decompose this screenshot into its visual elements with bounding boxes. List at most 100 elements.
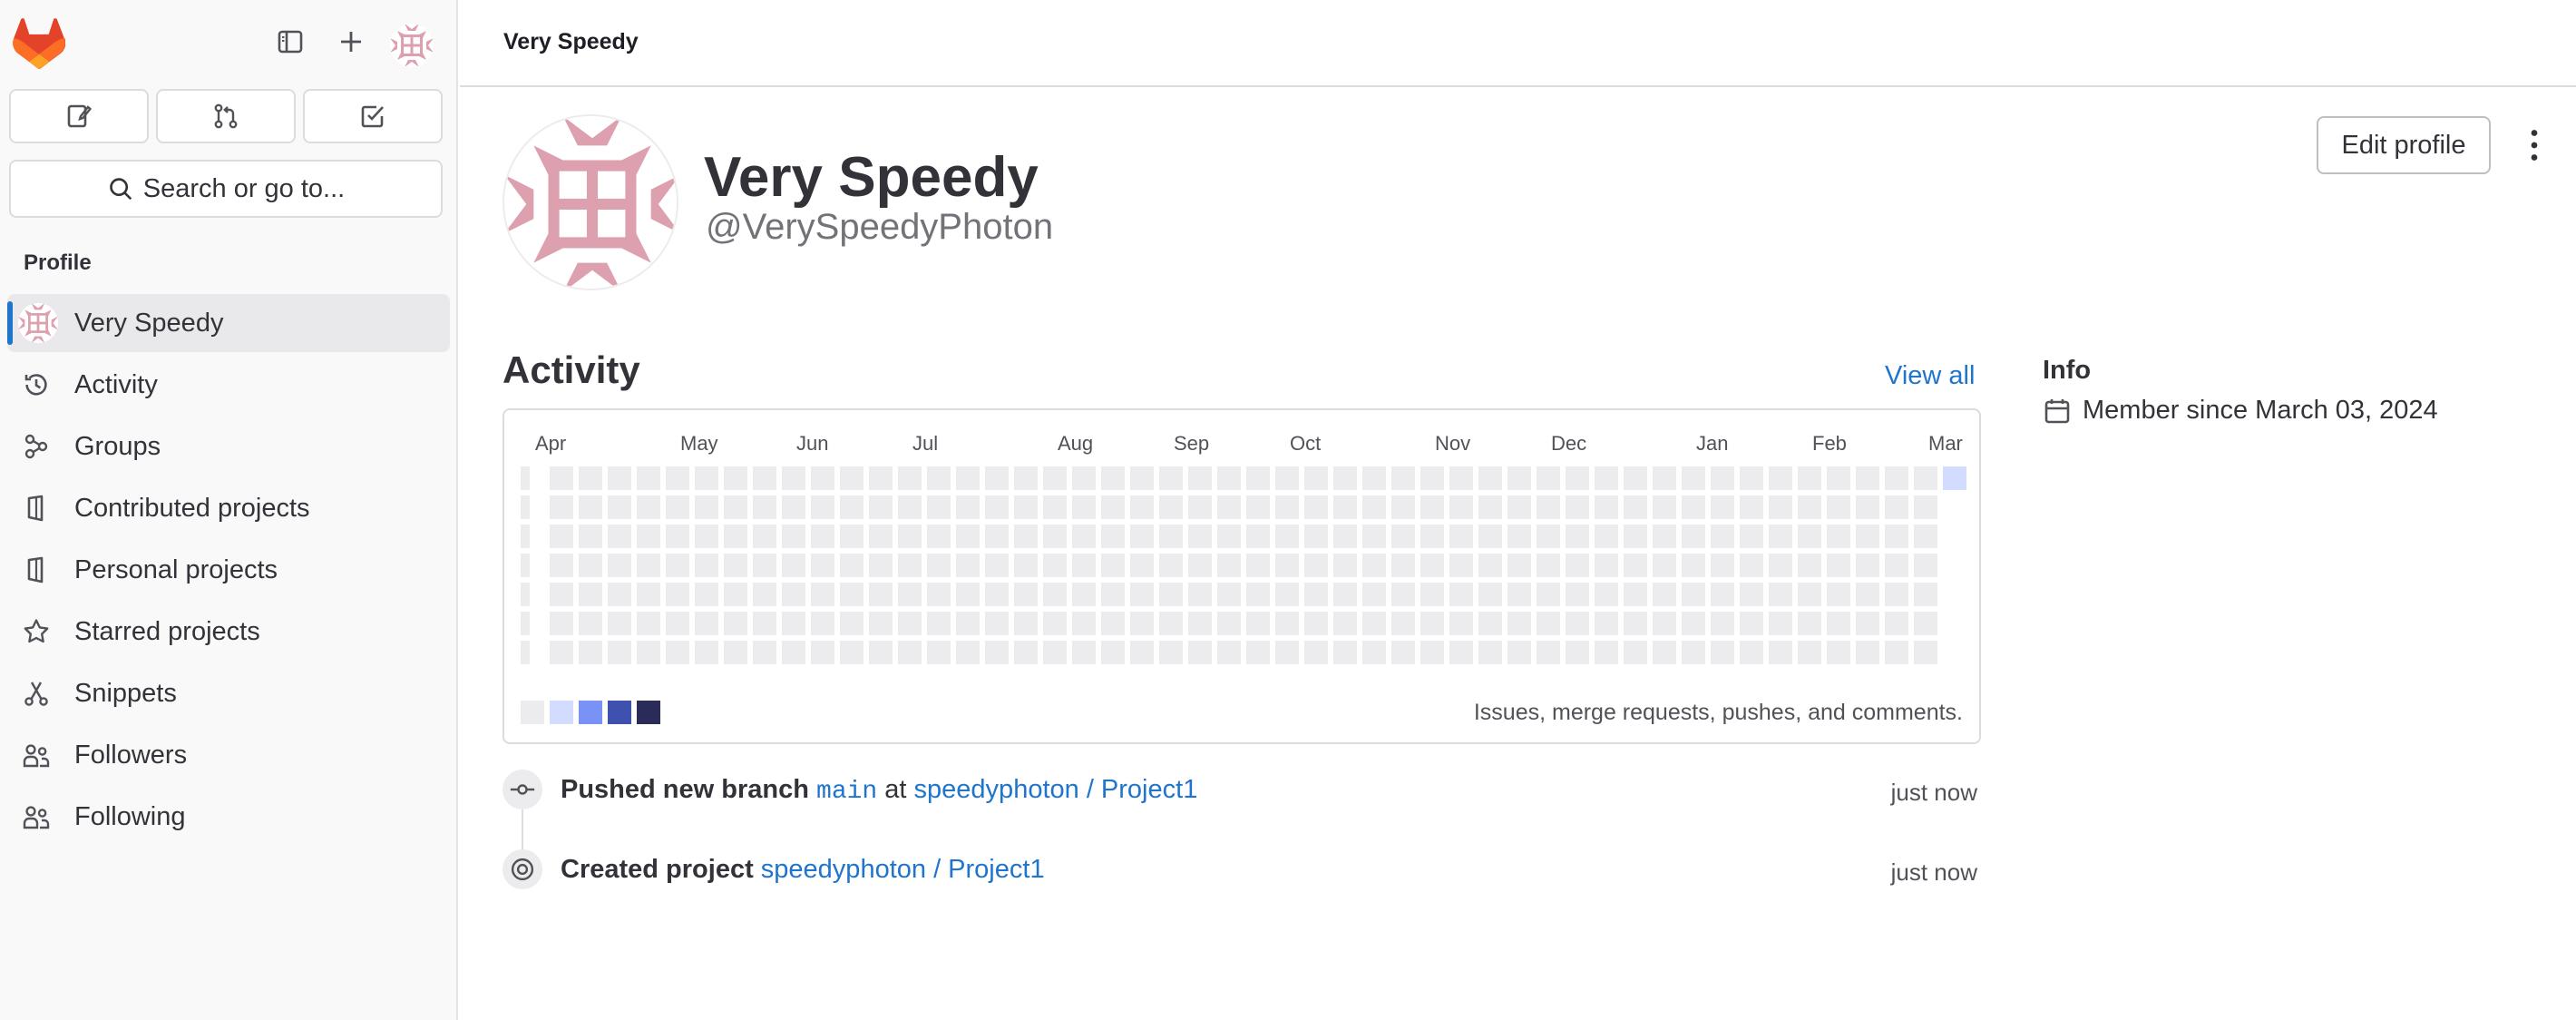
calendar-day[interactable]	[695, 466, 718, 490]
calendar-day[interactable]	[1537, 554, 1560, 577]
calendar-day[interactable]	[1391, 554, 1415, 577]
calendar-day[interactable]	[1914, 495, 1937, 519]
calendar-day[interactable]	[1275, 612, 1299, 635]
calendar-day[interactable]	[1101, 583, 1125, 606]
calendar-day[interactable]	[521, 466, 530, 490]
calendar-day[interactable]	[782, 612, 805, 635]
calendar-day[interactable]	[695, 525, 718, 548]
calendar-day[interactable]	[1653, 641, 1676, 664]
calendar-day[interactable]	[724, 466, 747, 490]
calendar-day[interactable]	[782, 525, 805, 548]
calendar-day[interactable]	[1914, 466, 1937, 490]
calendar-day[interactable]	[550, 525, 573, 548]
calendar-day[interactable]	[1769, 641, 1792, 664]
calendar-day[interactable]	[666, 525, 689, 548]
calendar-day[interactable]	[1595, 612, 1618, 635]
calendar-day[interactable]	[1856, 641, 1879, 664]
calendar-day[interactable]	[1885, 495, 1908, 519]
calendar-day[interactable]	[1043, 495, 1067, 519]
calendar-day[interactable]	[579, 612, 602, 635]
calendar-day[interactable]	[1362, 495, 1386, 519]
calendar-day[interactable]	[550, 554, 573, 577]
view-all-link[interactable]: View all	[1885, 361, 1975, 391]
calendar-day[interactable]	[608, 466, 631, 490]
calendar-day[interactable]	[1101, 495, 1125, 519]
calendar-day[interactable]	[1333, 525, 1357, 548]
calendar-day[interactable]	[1449, 554, 1473, 577]
calendar-day[interactable]	[695, 583, 718, 606]
calendar-day[interactable]	[579, 554, 602, 577]
calendar-day[interactable]	[666, 554, 689, 577]
plus-icon[interactable]	[331, 22, 371, 62]
calendar-day[interactable]	[1827, 554, 1850, 577]
calendar-day[interactable]	[637, 612, 660, 635]
calendar-day[interactable]	[1624, 583, 1647, 606]
calendar-day[interactable]	[1275, 641, 1299, 664]
calendar-day[interactable]	[550, 641, 573, 664]
calendar-day[interactable]	[1856, 554, 1879, 577]
calendar-day[interactable]	[1101, 612, 1125, 635]
search-button[interactable]: Search or go to...	[9, 160, 443, 218]
calendar-day[interactable]	[1682, 525, 1705, 548]
calendar-day[interactable]	[1072, 466, 1096, 490]
calendar-day[interactable]	[1478, 554, 1502, 577]
calendar-day[interactable]	[956, 612, 980, 635]
calendar-day[interactable]	[811, 495, 834, 519]
calendar-day[interactable]	[869, 641, 893, 664]
calendar-day[interactable]	[1566, 641, 1589, 664]
calendar-day[interactable]	[1072, 525, 1096, 548]
calendar-day[interactable]	[1624, 466, 1647, 490]
calendar-day[interactable]	[1682, 641, 1705, 664]
calendar-day[interactable]	[1740, 583, 1763, 606]
calendar-day[interactable]	[1304, 612, 1328, 635]
calendar-day[interactable]	[753, 583, 776, 606]
calendar-day[interactable]	[1595, 583, 1618, 606]
calendar-day[interactable]	[1333, 583, 1357, 606]
calendar-day[interactable]	[1827, 495, 1850, 519]
calendar-day[interactable]	[1769, 554, 1792, 577]
calendar-day[interactable]	[1653, 554, 1676, 577]
calendar-day[interactable]	[1246, 641, 1270, 664]
calendar-day[interactable]	[1043, 554, 1067, 577]
sidebar-item-snippets[interactable]: Snippets	[7, 664, 450, 722]
calendar-day[interactable]	[1391, 495, 1415, 519]
calendar-day[interactable]	[1101, 554, 1125, 577]
sidebar-item-personal-projects[interactable]: Personal projects	[7, 541, 450, 599]
calendar-day[interactable]	[608, 583, 631, 606]
calendar-day[interactable]	[1740, 554, 1763, 577]
calendar-day[interactable]	[1420, 466, 1444, 490]
calendar-day[interactable]	[1130, 495, 1154, 519]
calendar-day[interactable]	[1333, 466, 1357, 490]
calendar-day[interactable]	[956, 525, 980, 548]
calendar-day[interactable]	[1478, 583, 1502, 606]
calendar-day[interactable]	[1537, 466, 1560, 490]
calendar-day[interactable]	[724, 554, 747, 577]
calendar-day[interactable]	[1449, 641, 1473, 664]
calendar-day[interactable]	[1682, 466, 1705, 490]
merge-requests-button[interactable]	[156, 89, 296, 143]
calendar-day[interactable]	[1508, 495, 1531, 519]
calendar-day[interactable]	[1711, 641, 1734, 664]
calendar-day[interactable]	[1798, 583, 1821, 606]
calendar-day[interactable]	[1217, 554, 1241, 577]
calendar-day[interactable]	[1508, 641, 1531, 664]
calendar-day[interactable]	[637, 641, 660, 664]
calendar-day[interactable]	[1130, 641, 1154, 664]
calendar-day[interactable]	[1885, 525, 1908, 548]
calendar-day[interactable]	[1595, 525, 1618, 548]
calendar-day[interactable]	[1740, 641, 1763, 664]
calendar-day[interactable]	[927, 554, 951, 577]
calendar-day[interactable]	[1014, 525, 1038, 548]
calendar-day[interactable]	[724, 641, 747, 664]
calendar-day[interactable]	[1072, 612, 1096, 635]
calendar-day[interactable]	[608, 554, 631, 577]
calendar-day[interactable]	[1014, 612, 1038, 635]
calendar-day[interactable]	[811, 612, 834, 635]
sidebar-item-following[interactable]: Following	[7, 788, 450, 846]
calendar-day[interactable]	[608, 525, 631, 548]
calendar-day[interactable]	[898, 525, 922, 548]
calendar-day[interactable]	[811, 466, 834, 490]
calendar-day[interactable]	[1595, 495, 1618, 519]
calendar-day[interactable]	[1333, 641, 1357, 664]
calendar-day[interactable]	[666, 495, 689, 519]
